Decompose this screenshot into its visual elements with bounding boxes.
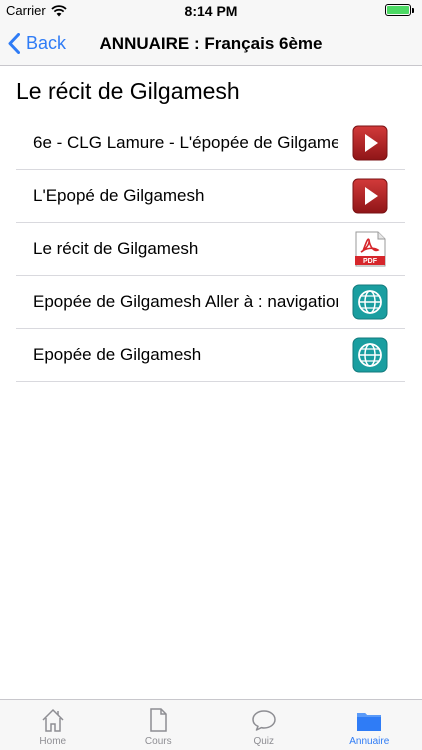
tab-label: Quiz bbox=[253, 736, 275, 747]
list-item-label: 6e - CLG Lamure - L'épopée de Gilgamesh bbox=[33, 133, 338, 152]
battery-cap bbox=[412, 7, 414, 13]
tab-cours[interactable]: Cours bbox=[106, 700, 212, 750]
video-play-icon bbox=[352, 178, 388, 214]
nav-title: ANNUAIRE : Français 6ème bbox=[99, 34, 323, 53]
tab-label: Home bbox=[39, 736, 67, 747]
navigation-bar: Back ANNUAIRE : Français 6ème bbox=[0, 22, 422, 66]
folder-icon bbox=[357, 713, 382, 731]
status-bar: Carrier 8:14 PM bbox=[0, 0, 422, 22]
chat-bubble-icon bbox=[252, 710, 276, 731]
home-icon bbox=[42, 708, 64, 732]
status-right bbox=[385, 4, 414, 16]
tab-annuaire[interactable]: Annuaire bbox=[317, 700, 422, 750]
resource-list: 6e - CLG Lamure - L'épopée de Gilgamesh … bbox=[16, 117, 405, 382]
list-item[interactable]: Epopée de Gilgamesh Aller à : navigation bbox=[16, 276, 405, 329]
pdf-badge-text: PDF bbox=[363, 258, 378, 265]
pdf-icon: PDF bbox=[355, 231, 386, 267]
tab-bar: Home Cours Quiz Annuaire bbox=[0, 699, 422, 750]
tab-label: Cours bbox=[144, 736, 172, 747]
list-item-label: Le récit de Gilgamesh bbox=[33, 239, 199, 258]
document-icon bbox=[150, 708, 167, 732]
web-globe-icon bbox=[352, 337, 388, 373]
tab-label: Annuaire bbox=[349, 736, 390, 747]
list-item[interactable]: L'Epopé de Gilgamesh bbox=[16, 170, 405, 223]
tab-quiz[interactable]: Quiz bbox=[211, 700, 317, 750]
video-play-icon bbox=[352, 125, 388, 161]
list-item-label: Epopée de Gilgamesh Aller à : navigation bbox=[33, 292, 338, 311]
list-item[interactable]: Le récit de Gilgamesh PDF bbox=[16, 223, 405, 276]
tab-home[interactable]: Home bbox=[0, 700, 106, 750]
web-globe-icon bbox=[352, 284, 388, 320]
battery-fill bbox=[387, 6, 409, 14]
battery-icon bbox=[385, 4, 411, 16]
list-item[interactable]: 6e - CLG Lamure - L'épopée de Gilgamesh bbox=[16, 117, 405, 170]
list-item-label: L'Epopé de Gilgamesh bbox=[33, 186, 205, 205]
status-time: 8:14 PM bbox=[184, 3, 238, 19]
list-item-label: Epopée de Gilgamesh bbox=[33, 345, 202, 364]
list-item[interactable]: Epopée de Gilgamesh bbox=[16, 329, 405, 382]
section-title: Le récit de Gilgamesh bbox=[16, 78, 240, 104]
